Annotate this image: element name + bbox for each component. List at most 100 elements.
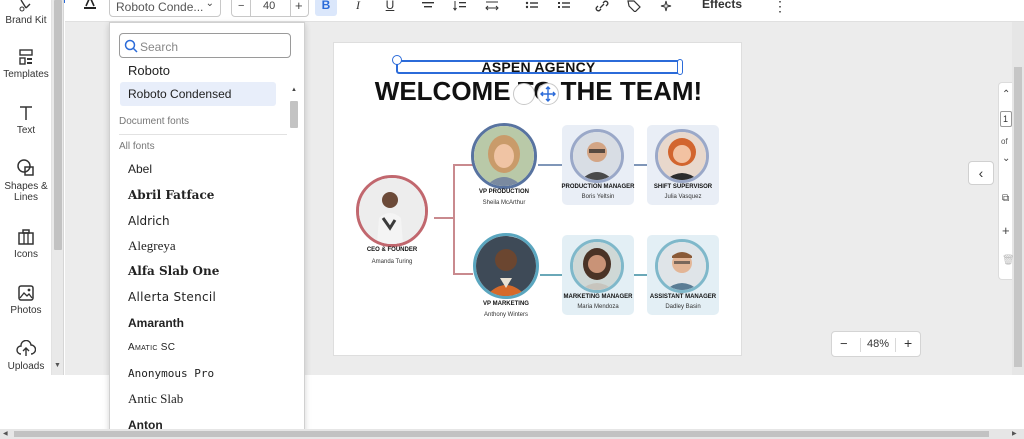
selection-handle-left[interactable] xyxy=(392,55,402,65)
connector-line xyxy=(453,164,455,274)
text-toolbar: Roboto Conde... ⌄ − 40 + B I U Effects ⋮ xyxy=(65,0,1024,22)
page-of-label: of xyxy=(1001,137,1008,146)
font-option[interactable]: Aldrich xyxy=(120,209,276,233)
scroll-down-arrow-icon[interactable]: ▼ xyxy=(54,362,61,369)
person-title: ASSISTANT MANAGER xyxy=(649,294,717,300)
bold-button[interactable]: B xyxy=(315,0,337,16)
person-name: Dadley Basin xyxy=(665,304,701,310)
scroll-up-arrow-icon[interactable]: ▲ xyxy=(291,87,297,93)
font-option[interactable]: Amatic SC xyxy=(120,336,276,360)
icons-icon xyxy=(18,229,34,245)
font-option[interactable]: Amaranth xyxy=(120,311,276,335)
more-options-icon[interactable]: ⋮ xyxy=(773,0,787,15)
font-option[interactable]: Antic Slab xyxy=(120,387,276,411)
workspace-vertical-scrollbar[interactable] xyxy=(1012,22,1024,375)
shapes-icon xyxy=(17,159,34,176)
all-fonts-label: All fonts xyxy=(119,141,155,152)
add-page-icon[interactable]: + xyxy=(1002,223,1010,238)
italic-button[interactable]: I xyxy=(351,0,365,16)
scrollbar-thumb[interactable] xyxy=(14,431,989,437)
tag-icon[interactable] xyxy=(627,0,641,12)
sidebar-item-text[interactable]: Text xyxy=(0,104,52,136)
avatar-vp-production[interactable] xyxy=(471,123,537,189)
avatar-vp-marketing[interactable] xyxy=(473,233,539,299)
person-name: Sheila McArthur xyxy=(482,200,526,206)
chevron-down-icon[interactable]: ⌄ xyxy=(1002,153,1010,164)
connector-line xyxy=(434,217,454,219)
sidebar-item-uploads[interactable]: Uploads xyxy=(0,340,52,372)
avatar-assistant-manager[interactable] xyxy=(655,239,709,293)
design-page[interactable]: ASPEN AGENCY WELCOME TO THE TEAM! CEO & … xyxy=(333,42,742,356)
page-navigator-panel: ⌃ 1 of ⌄ ⧉ + 🗑 xyxy=(998,82,1015,280)
delete-page-icon[interactable]: 🗑 xyxy=(1002,255,1015,266)
duplicate-page-icon[interactable]: ⧉ xyxy=(1002,193,1009,204)
scroll-right-arrow-icon[interactable]: ▶ xyxy=(1012,430,1017,437)
horizontal-scrollbar[interactable]: ◀ ▶ xyxy=(0,429,1024,439)
effects-button[interactable]: Effects xyxy=(702,0,742,11)
sidebar-item-photos[interactable]: Photos xyxy=(0,284,52,316)
connector-line xyxy=(634,164,648,166)
chevron-up-icon[interactable]: ⌃ xyxy=(1002,89,1010,100)
sidebar-scrollbar[interactable]: ▼ xyxy=(52,0,64,375)
sidebar-item-label: Shapes & xyxy=(4,181,48,192)
avatar-marketing-manager[interactable] xyxy=(570,239,624,293)
link-icon[interactable] xyxy=(595,0,609,12)
left-sidebar: Brand Kit Templates Text Shapes & Lines … xyxy=(0,0,52,375)
letter-spacing-icon[interactable] xyxy=(485,0,499,12)
person-name: Anthony Winters xyxy=(483,312,529,318)
font-size-increase-button[interactable]: + xyxy=(295,0,303,13)
scrollbar-thumb[interactable] xyxy=(1014,67,1022,367)
font-option[interactable]: Abril Fatface xyxy=(120,183,276,207)
font-option[interactable]: Abel xyxy=(120,157,276,181)
templates-icon xyxy=(19,49,33,65)
collapse-panel-button[interactable]: ‹ xyxy=(968,161,994,185)
sidebar-item-shapes-lines[interactable]: Shapes & Lines xyxy=(0,158,52,203)
font-size-value[interactable]: 40 xyxy=(263,0,275,12)
numbered-list-icon[interactable] xyxy=(557,1,571,11)
selection-handle-right[interactable] xyxy=(677,59,683,75)
sidebar-item-icons[interactable]: Icons xyxy=(0,228,52,260)
magic-sparkle-icon[interactable] xyxy=(659,0,673,12)
search-icon xyxy=(124,39,138,53)
text-selection-box[interactable] xyxy=(396,60,681,74)
avatar-production-manager[interactable] xyxy=(570,129,624,183)
underline-button[interactable]: U xyxy=(383,0,397,16)
font-family-select[interactable]: Roboto Conde... ⌄ xyxy=(109,0,221,17)
scrollbar-thumb[interactable] xyxy=(54,0,62,250)
scroll-left-arrow-icon[interactable]: ◀ xyxy=(3,430,8,437)
font-option[interactable]: Alfa Slab One xyxy=(120,259,276,283)
avatar-shift-supervisor[interactable] xyxy=(655,129,709,183)
document-fonts-label: Document fonts xyxy=(119,116,190,127)
font-family-value: Roboto Conde... xyxy=(116,0,204,14)
zoom-control: − 48% + xyxy=(831,331,921,357)
zoom-out-button[interactable]: − xyxy=(840,336,848,351)
divider xyxy=(119,134,287,135)
font-option[interactable]: Alegreya xyxy=(120,234,276,258)
bullet-list-icon[interactable] xyxy=(525,1,539,11)
font-size-stepper[interactable]: − 40 + xyxy=(231,0,309,17)
connector-line xyxy=(634,274,648,276)
person-name: Amanda Turing xyxy=(371,259,413,265)
font-option-roboto[interactable]: Roboto xyxy=(120,59,276,83)
font-size-decrease-button[interactable]: − xyxy=(238,0,244,12)
chevron-down-icon: ⌄ xyxy=(205,0,214,9)
move-handle-icon[interactable] xyxy=(537,83,559,105)
text-color-icon[interactable] xyxy=(83,0,97,10)
sidebar-item-templates[interactable]: Templates xyxy=(0,48,52,80)
font-search-input[interactable]: Search xyxy=(119,33,291,58)
scrollbar-thumb[interactable] xyxy=(290,101,298,128)
line-spacing-icon[interactable] xyxy=(453,0,467,12)
font-list-scrollbar[interactable]: ▲ xyxy=(288,63,300,438)
sidebar-item-brand-kit[interactable]: Brand Kit xyxy=(0,0,52,26)
align-center-icon[interactable] xyxy=(421,1,435,11)
rotate-handle-icon[interactable] xyxy=(513,83,535,105)
font-option[interactable]: Anonymous Pro xyxy=(120,362,276,386)
avatar-ceo[interactable] xyxy=(356,175,428,247)
connector-line xyxy=(453,273,473,275)
font-option[interactable]: Allerta Stencil xyxy=(120,285,276,309)
zoom-in-button[interactable]: + xyxy=(904,335,912,351)
page-number-input[interactable]: 1 xyxy=(1000,111,1012,127)
text-icon xyxy=(20,106,32,120)
font-option-roboto-condensed[interactable]: Roboto Condensed xyxy=(120,82,276,106)
zoom-level[interactable]: 48% xyxy=(860,338,896,352)
